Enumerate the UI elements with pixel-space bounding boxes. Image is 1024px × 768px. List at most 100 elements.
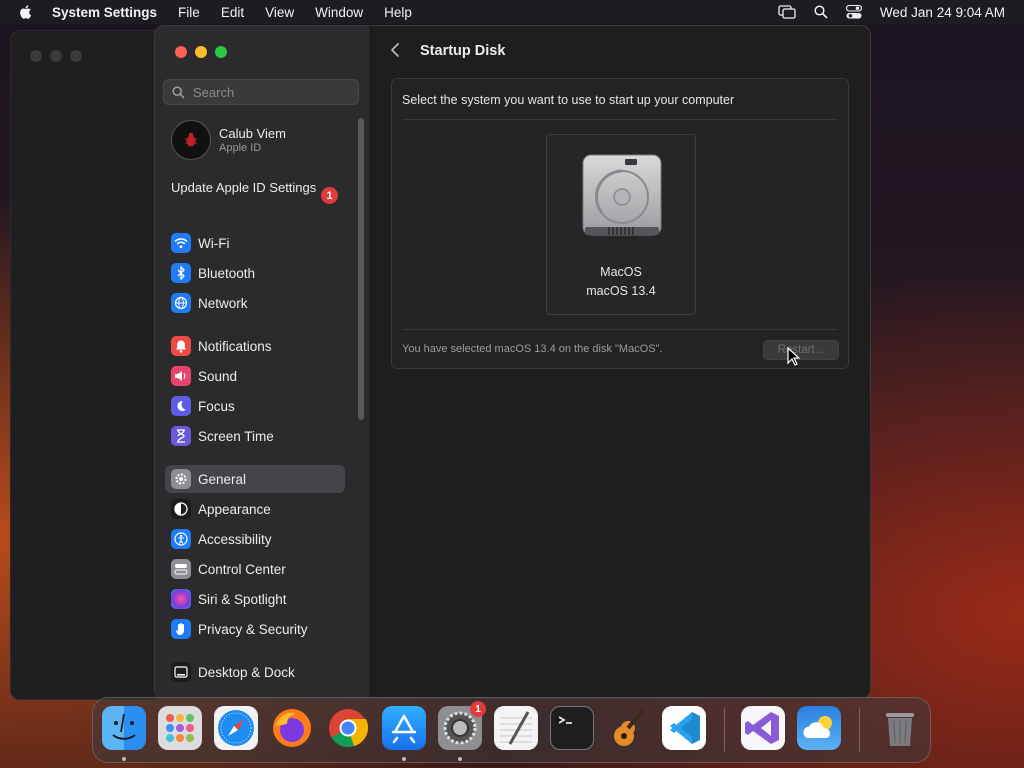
menu-edit[interactable]: Edit — [221, 5, 244, 20]
gear-icon — [171, 469, 191, 489]
bug-icon — [185, 132, 197, 147]
search-input[interactable] — [191, 83, 345, 101]
sidebar-item-focus[interactable]: Focus — [165, 392, 345, 420]
system-settings-window: Calub Viem Apple ID Update Apple ID Sett… — [154, 25, 871, 699]
terminal-icon[interactable] — [550, 706, 594, 750]
update-badge: 1 — [321, 187, 338, 204]
sidebar-item-general[interactable]: General — [165, 465, 345, 493]
firefox-icon[interactable] — [270, 706, 314, 750]
menu-clock[interactable]: Wed Jan 24 9:04 AM — [880, 5, 1005, 20]
avatar — [171, 120, 211, 160]
update-apple-id-item[interactable]: Update Apple ID Settings — [171, 180, 341, 196]
hard-disk-icon — [582, 154, 662, 236]
sidebar-item-wifi[interactable]: Wi-Fi — [165, 229, 345, 257]
garageband-icon[interactable] — [606, 706, 650, 750]
startup-disk-panel: Select the system you want to use to sta… — [391, 78, 849, 369]
sidebar-item-sound[interactable]: Sound — [165, 362, 345, 390]
close-button[interactable] — [175, 46, 187, 58]
sidebar-scrollbar[interactable] — [358, 118, 364, 420]
dock-icon — [171, 662, 191, 682]
chrome-icon[interactable] — [326, 706, 370, 750]
wifi-icon — [171, 233, 191, 253]
sidebar-item-label: Desktop & Dock — [198, 664, 295, 680]
background-window — [10, 30, 162, 700]
window-close-inactive[interactable] — [30, 50, 42, 62]
safari-icon[interactable] — [214, 706, 258, 750]
dock-separator — [724, 708, 725, 752]
sidebar-item-control-center[interactable]: Control Center — [165, 555, 345, 583]
window-zoom-inactive[interactable] — [70, 50, 82, 62]
apple-menu-icon[interactable] — [18, 4, 34, 20]
sidebar-item-appearance[interactable]: Appearance — [165, 495, 345, 523]
sidebar-item-label: Network — [198, 295, 248, 311]
vscode-icon[interactable] — [662, 706, 706, 750]
restart-button[interactable]: Restart... — [763, 340, 839, 360]
globe-icon — [171, 293, 191, 313]
mouse-cursor-icon — [787, 347, 801, 366]
sidebar-item-label: Notifications — [198, 338, 272, 354]
menu-window[interactable]: Window — [315, 5, 363, 20]
menu-file[interactable]: File — [178, 5, 200, 20]
weather-icon[interactable] — [797, 706, 841, 750]
minimize-button[interactable] — [195, 46, 207, 58]
disk-tile-macos[interactable]: MacOS macOS 13.4 — [546, 134, 696, 315]
dock-separator — [859, 708, 860, 752]
bell-icon — [171, 336, 191, 356]
trash-icon[interactable] — [878, 706, 922, 750]
sidebar-item-screen-time[interactable]: Screen Time — [165, 422, 345, 450]
spotlight-search-icon[interactable] — [814, 5, 828, 19]
sidebar-item-privacy-security[interactable]: Privacy & Security — [165, 615, 345, 643]
sidebar-item-network[interactable]: Network — [165, 289, 345, 317]
account-name: Calub Viem — [219, 126, 286, 141]
moon-icon — [171, 396, 191, 416]
divider — [402, 119, 838, 120]
menu-app-name[interactable]: System Settings — [52, 5, 157, 20]
sidebar-item-desktop-dock[interactable]: Desktop & Dock — [165, 658, 345, 686]
bluetooth-icon — [171, 263, 191, 283]
search-field[interactable] — [163, 79, 359, 105]
running-indicator — [458, 757, 462, 761]
sidebar: Calub Viem Apple ID Update Apple ID Sett… — [155, 26, 371, 698]
launchpad-icon[interactable] — [158, 706, 202, 750]
disk-version: macOS 13.4 — [586, 284, 656, 298]
sidebar-item-bluetooth[interactable]: Bluetooth — [165, 259, 345, 287]
divider — [402, 329, 838, 330]
sidebar-item-label: Sound — [198, 368, 238, 384]
siri-icon — [171, 589, 191, 609]
sidebar-item-label: Screen Time — [198, 428, 274, 444]
menu-view[interactable]: View — [265, 5, 294, 20]
visual-studio-icon[interactable] — [741, 706, 785, 750]
account-subtitle: Apple ID — [219, 142, 262, 154]
back-chevron-icon[interactable] — [389, 42, 401, 58]
window-minimize-inactive[interactable] — [50, 50, 62, 62]
menu-help[interactable]: Help — [384, 5, 412, 20]
dock: 1 — [92, 697, 931, 763]
sidebar-item-label: Wi-Fi — [198, 235, 230, 251]
zoom-button[interactable] — [215, 46, 227, 58]
system-settings-badge: 1 — [470, 701, 486, 717]
sidebar-item-label: Appearance — [198, 501, 271, 517]
apple-id-account[interactable]: Calub Viem Apple ID — [171, 120, 286, 160]
finder-icon[interactable] — [102, 706, 146, 750]
control-center-icon — [171, 559, 191, 579]
running-indicator — [122, 757, 126, 761]
sidebar-item-label: Siri & Spotlight — [198, 591, 287, 607]
sidebar-item-accessibility[interactable]: Accessibility — [165, 525, 345, 553]
control-center-icon[interactable] — [845, 5, 862, 19]
startup-prompt: Select the system you want to use to sta… — [402, 93, 735, 107]
search-icon — [172, 85, 185, 99]
hourglass-icon — [171, 426, 191, 446]
appearance-icon — [171, 499, 191, 519]
app-store-icon[interactable] — [382, 706, 426, 750]
menu-bar: System Settings File Edit View Window He… — [0, 0, 1024, 24]
sidebar-item-notifications[interactable]: Notifications — [165, 332, 345, 360]
screen-mirroring-icon[interactable] — [778, 5, 796, 19]
hand-icon — [171, 619, 191, 639]
sidebar-item-label: Control Center — [198, 561, 286, 577]
disk-name: MacOS — [600, 265, 642, 279]
sidebar-item-label: Accessibility — [198, 531, 272, 547]
accessibility-icon — [171, 529, 191, 549]
sidebar-item-siri-spotlight[interactable]: Siri & Spotlight — [165, 585, 345, 613]
textedit-icon[interactable] — [494, 706, 538, 750]
sidebar-item-label: Bluetooth — [198, 265, 256, 281]
